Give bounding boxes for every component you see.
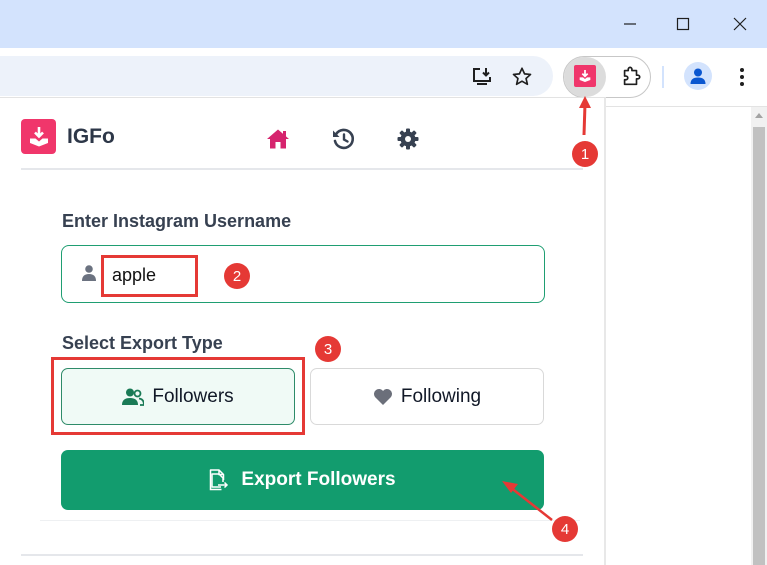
nav-home-button[interactable] [265, 126, 291, 152]
bookmark-button[interactable] [510, 65, 534, 89]
following-option[interactable]: Following [310, 368, 544, 425]
extensions-puzzle-icon [623, 66, 641, 86]
igfo-extension-icon [579, 70, 591, 82]
maximize-button[interactable] [663, 10, 703, 38]
bookmark-star-icon [512, 67, 532, 86]
export-button-label: Export Followers [241, 469, 396, 490]
following-option-label: Following [400, 385, 482, 407]
download-tray-icon [29, 126, 48, 146]
close-button[interactable] [720, 10, 760, 38]
install-app-icon [473, 68, 491, 85]
close-icon [733, 17, 747, 31]
maximize-icon [676, 17, 690, 31]
gear-icon [397, 128, 419, 150]
heart-icon [373, 388, 392, 405]
scroll-up-arrow-icon[interactable] [755, 113, 763, 118]
home-icon [267, 129, 289, 149]
username-label: Enter Instagram Username [62, 211, 292, 231]
annotation-badge-3: 3 [315, 336, 341, 362]
footer-divider [21, 554, 583, 556]
export-button[interactable]: Export Followers [61, 450, 544, 510]
profile-button[interactable] [684, 62, 712, 90]
minimize-icon [624, 23, 636, 25]
annotation-badge-1: 1 [572, 141, 598, 167]
user-icon [82, 265, 96, 281]
browser-window: IGFo Enter Instagram Username apple Sele… [0, 0, 767, 565]
scrollbar-thumb[interactable] [753, 127, 765, 565]
annotation-box-username [101, 255, 198, 297]
more-menu-button[interactable] [730, 64, 754, 90]
page-scrollbar[interactable] [751, 107, 767, 565]
more-menu-icon [740, 68, 744, 86]
app-title: IGFo [67, 125, 115, 148]
extensions-button[interactable] [618, 64, 644, 90]
file-export-icon [210, 469, 229, 491]
extension-popup: IGFo Enter Instagram Username apple Sele… [0, 97, 606, 565]
toolbar-separator [662, 66, 664, 88]
export-type-label: Select Export Type [62, 333, 223, 353]
annotation-badge-4: 4 [552, 516, 578, 542]
header-divider [21, 168, 583, 170]
page-content [606, 106, 767, 565]
app-logo [21, 119, 56, 154]
nav-settings-button[interactable] [395, 126, 421, 152]
profile-avatar-icon [690, 68, 706, 84]
minimize-button[interactable] [610, 10, 650, 38]
history-icon [333, 128, 355, 150]
title-bar [0, 0, 767, 48]
annotation-box-followers [51, 357, 305, 435]
annotation-badge-2: 2 [224, 263, 250, 289]
igfo-extension-button[interactable] [574, 65, 596, 87]
section-divider [40, 520, 580, 521]
nav-history-button[interactable] [330, 126, 356, 152]
install-app-button[interactable] [470, 65, 494, 89]
